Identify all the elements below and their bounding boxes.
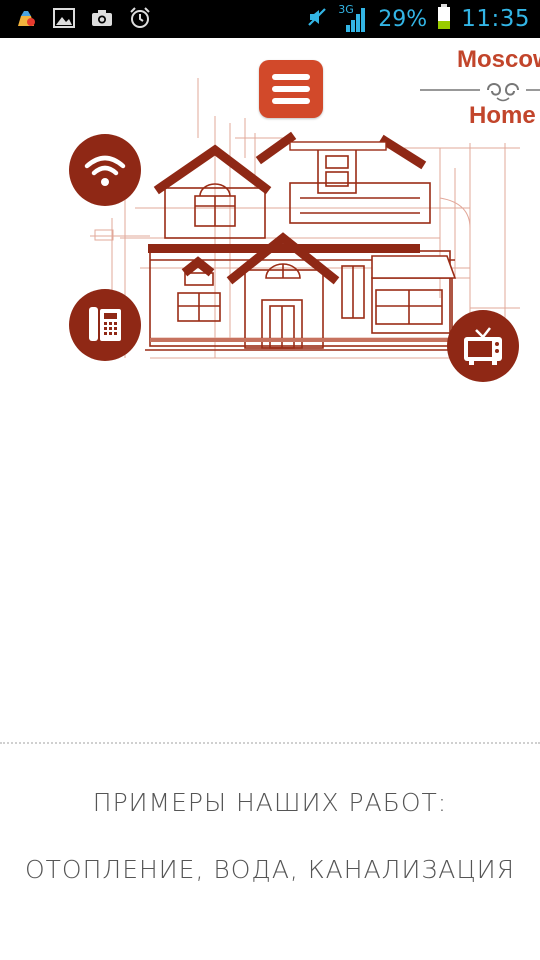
examples-heading: ПРИМЕРЫ НАШИХ РАБОТ: <box>92 788 448 817</box>
phone-icon <box>69 289 141 361</box>
services-heading[interactable]: ОТОПЛЕНИЕ, ВОДА, КАНАЛИЗАЦИЯ <box>0 855 540 884</box>
gallery-notification-icon <box>52 6 76 30</box>
cleaner-notification-icon <box>14 6 38 30</box>
signal-icon: 3G <box>338 3 368 33</box>
status-bar: 3G 29% 11:35 <box>0 0 540 38</box>
menu-bar <box>272 86 310 92</box>
brand-line-1: Moscow <box>457 46 540 73</box>
battery-icon <box>437 3 451 35</box>
ornament-icon <box>420 83 540 102</box>
system-indicators: 3G 29% 11:35 <box>306 0 530 38</box>
menu-bar <box>272 98 310 104</box>
hero-illustration: Moscow Home <box>0 38 540 398</box>
mute-icon <box>306 6 328 33</box>
menu-bar <box>272 74 310 80</box>
wifi-icon <box>69 134 141 206</box>
battery-percent: 29% <box>378 6 428 32</box>
brand-logo[interactable]: Moscow Home <box>418 44 540 134</box>
section-divider <box>0 742 540 744</box>
clock: 11:35 <box>461 6 530 32</box>
menu-button[interactable] <box>259 60 323 118</box>
notification-icons <box>14 6 152 30</box>
alarm-icon <box>128 6 152 30</box>
brand-line-2: Home <box>469 102 536 129</box>
tv-icon <box>447 310 519 382</box>
camera-notification-icon <box>90 6 114 30</box>
